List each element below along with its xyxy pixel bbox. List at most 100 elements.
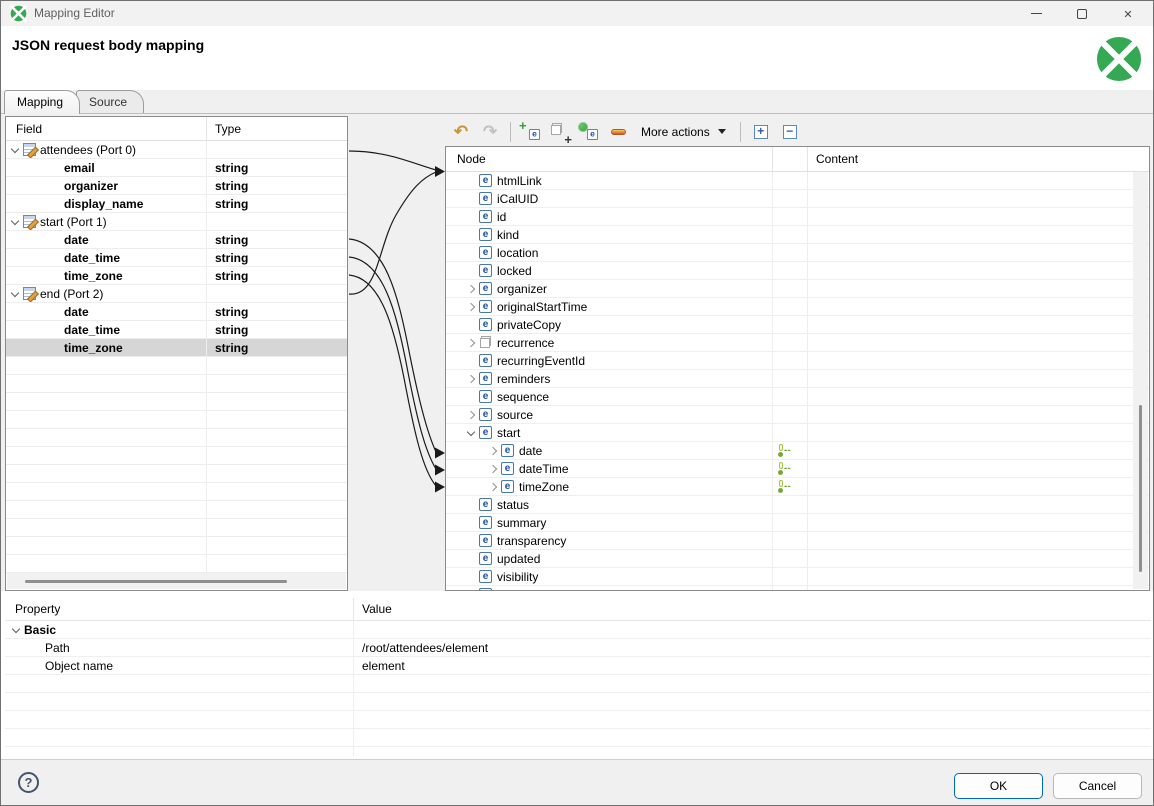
value-cell[interactable]: element bbox=[353, 657, 1151, 674]
chevron-down-icon[interactable] bbox=[467, 427, 475, 435]
tree-row[interactable]: originalStartTime bbox=[446, 298, 1149, 316]
field-row[interactable]: date_timestring bbox=[6, 321, 347, 339]
tree-row[interactable]: reminders bbox=[446, 370, 1149, 388]
tree-row[interactable]: locked bbox=[446, 262, 1149, 280]
content-cell[interactable] bbox=[807, 226, 1149, 243]
column-header-field[interactable]: Field bbox=[6, 117, 206, 140]
field-group-row[interactable]: end (Port 2) bbox=[6, 285, 347, 303]
column-header-type[interactable]: Type bbox=[206, 117, 347, 140]
content-cell[interactable] bbox=[807, 406, 1149, 423]
chevron-right-icon[interactable] bbox=[467, 302, 475, 310]
content-cell[interactable] bbox=[807, 388, 1149, 405]
more-actions-button[interactable]: More actions bbox=[635, 120, 732, 144]
tree-row[interactable]: location bbox=[446, 244, 1149, 262]
content-cell[interactable] bbox=[807, 316, 1149, 333]
tree-row[interactable]: id bbox=[446, 208, 1149, 226]
content-cell[interactable] bbox=[807, 298, 1149, 315]
collapse-all-button[interactable] bbox=[778, 120, 802, 144]
tree-row[interactable]: start bbox=[446, 424, 1149, 442]
tree-row[interactable]: summary bbox=[446, 514, 1149, 532]
vertical-scrollbar-thumb[interactable] bbox=[1139, 405, 1142, 572]
content-cell[interactable] bbox=[807, 550, 1149, 567]
chevron-down-icon[interactable] bbox=[12, 624, 20, 632]
field-row[interactable]: date_timestring bbox=[6, 249, 347, 267]
chevron-down-icon[interactable] bbox=[11, 288, 19, 296]
field-row[interactable]: time_zonestring bbox=[6, 339, 347, 357]
expand-all-button[interactable] bbox=[749, 120, 773, 144]
property-row[interactable]: Object nameelement bbox=[5, 657, 1151, 675]
content-cell[interactable] bbox=[807, 172, 1149, 189]
horizontal-scrollbar[interactable] bbox=[7, 573, 346, 589]
content-cell[interactable] bbox=[807, 280, 1149, 297]
chevron-down-icon[interactable] bbox=[11, 216, 19, 224]
title-bar[interactable]: Mapping Editor bbox=[1, 1, 1153, 26]
tree-row[interactable]: transparency bbox=[446, 532, 1149, 550]
column-header-node[interactable]: Node bbox=[446, 147, 772, 171]
tree-row[interactable]: recurrence bbox=[446, 334, 1149, 352]
column-header-content[interactable]: Content bbox=[807, 147, 1149, 171]
maximize-button[interactable] bbox=[1059, 1, 1105, 26]
content-cell[interactable] bbox=[807, 424, 1149, 441]
value-cell[interactable] bbox=[353, 621, 1151, 638]
close-button[interactable] bbox=[1105, 1, 1151, 26]
column-header-property[interactable]: Property bbox=[5, 598, 353, 620]
content-cell[interactable] bbox=[807, 442, 1149, 459]
remove-button[interactable] bbox=[606, 120, 630, 144]
value-cell[interactable]: /root/attendees/element bbox=[353, 639, 1151, 656]
chevron-right-icon[interactable] bbox=[489, 446, 497, 454]
tree-row[interactable]: date-- bbox=[446, 442, 1149, 460]
add-element-button[interactable]: + bbox=[519, 120, 543, 144]
content-cell[interactable] bbox=[807, 568, 1149, 585]
ok-button[interactable]: OK bbox=[954, 773, 1043, 799]
tree-row[interactable]: kind bbox=[446, 226, 1149, 244]
content-cell[interactable] bbox=[807, 478, 1149, 495]
tree-row[interactable]: source bbox=[446, 406, 1149, 424]
property-row[interactable]: Basic bbox=[5, 621, 1151, 639]
field-row[interactable]: datestring bbox=[6, 303, 347, 321]
tree-row[interactable]: privateCopy bbox=[446, 316, 1149, 334]
tree-row[interactable]: sequence bbox=[446, 388, 1149, 406]
content-cell[interactable] bbox=[807, 208, 1149, 225]
tree-row[interactable]: dateTime-- bbox=[446, 460, 1149, 478]
undo-button[interactable] bbox=[449, 120, 473, 144]
content-cell[interactable] bbox=[807, 532, 1149, 549]
content-cell[interactable] bbox=[807, 262, 1149, 279]
chevron-right-icon[interactable] bbox=[467, 338, 475, 346]
chevron-down-icon[interactable] bbox=[11, 144, 19, 152]
tab-mapping[interactable]: Mapping bbox=[4, 90, 80, 114]
tab-source[interactable]: Source bbox=[76, 90, 144, 113]
tree-row[interactable]: htmlLink bbox=[446, 172, 1149, 190]
tree-row[interactable]: updated bbox=[446, 550, 1149, 568]
tree-row[interactable]: recurringEventId bbox=[446, 352, 1149, 370]
add-wildcard-button[interactable]: + bbox=[548, 120, 572, 144]
tree-row[interactable]: organizer bbox=[446, 280, 1149, 298]
chevron-right-icon[interactable] bbox=[467, 410, 475, 418]
content-cell[interactable] bbox=[807, 190, 1149, 207]
vertical-scrollbar[interactable] bbox=[1133, 172, 1148, 589]
column-header-value[interactable]: Value bbox=[353, 598, 1151, 620]
help-button[interactable] bbox=[18, 772, 39, 793]
content-cell[interactable] bbox=[807, 334, 1149, 351]
chevron-right-icon[interactable] bbox=[489, 464, 497, 472]
add-namespace-element-button[interactable] bbox=[577, 120, 601, 144]
field-group-row[interactable]: start (Port 1) bbox=[6, 213, 347, 231]
tree-row[interactable]: timeZone-- bbox=[446, 478, 1149, 496]
field-row[interactable]: organizerstring bbox=[6, 177, 347, 195]
tree-row[interactable]: status bbox=[446, 496, 1149, 514]
redo-button[interactable] bbox=[478, 120, 502, 144]
property-row[interactable]: Path/root/attendees/element bbox=[5, 639, 1151, 657]
content-cell[interactable] bbox=[807, 352, 1149, 369]
tree-row[interactable]: iCalUID bbox=[446, 190, 1149, 208]
content-cell[interactable] bbox=[807, 514, 1149, 531]
horizontal-scrollbar-thumb[interactable] bbox=[25, 580, 287, 583]
field-group-row[interactable]: attendees (Port 0) bbox=[6, 141, 347, 159]
field-row[interactable]: time_zonestring bbox=[6, 267, 347, 285]
column-header-mapping[interactable] bbox=[772, 147, 807, 171]
chevron-right-icon[interactable] bbox=[467, 284, 475, 292]
content-cell[interactable] bbox=[807, 496, 1149, 513]
field-row[interactable]: display_namestring bbox=[6, 195, 347, 213]
chevron-right-icon[interactable] bbox=[489, 482, 497, 490]
content-cell[interactable] bbox=[807, 370, 1149, 387]
cancel-button[interactable]: Cancel bbox=[1053, 773, 1142, 799]
content-cell[interactable] bbox=[807, 244, 1149, 261]
